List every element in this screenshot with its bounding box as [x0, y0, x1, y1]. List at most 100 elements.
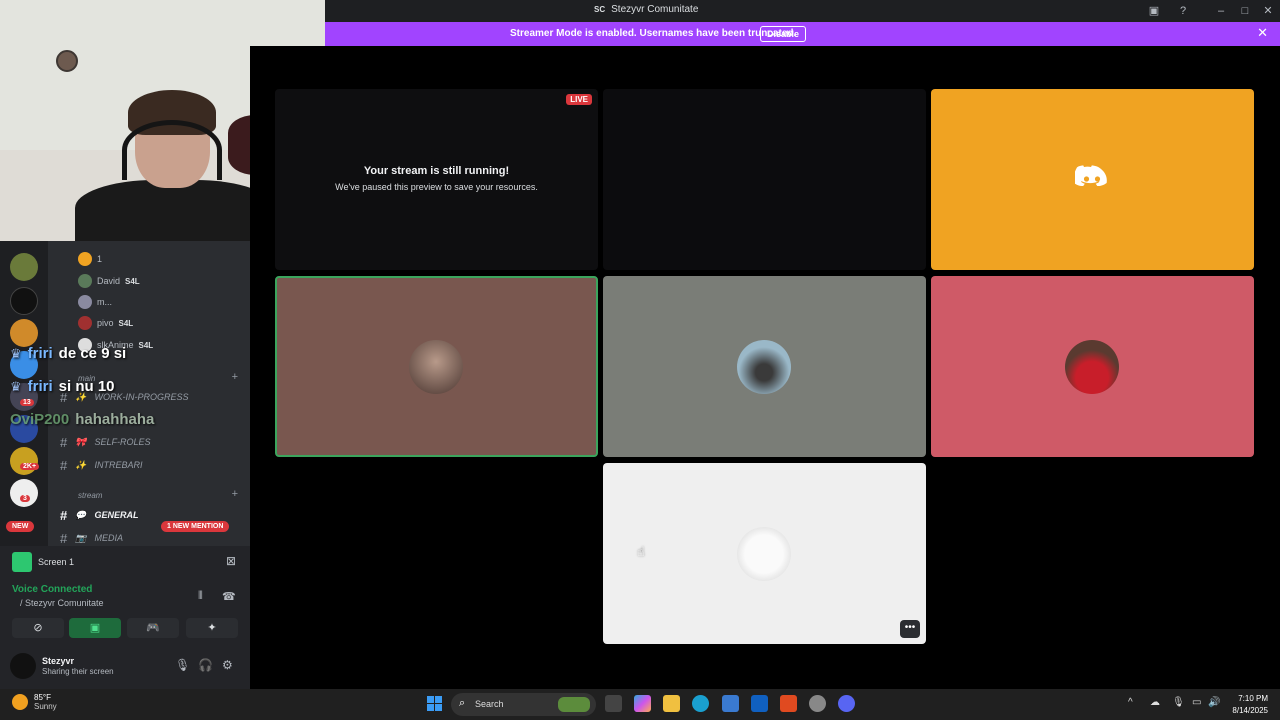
sun-icon [12, 694, 28, 710]
edge-icon[interactable] [692, 695, 709, 712]
member-item[interactable]: 1 [78, 250, 102, 268]
new-mention-badge[interactable]: 1 NEW MENTION [161, 521, 230, 532]
banner-message: Streamer Mode is enabled. Usernames have… [510, 28, 797, 39]
participant-tile[interactable] [931, 89, 1254, 270]
screen-share-icon[interactable]: ▣ [1145, 2, 1163, 20]
close-window-button[interactable]: ✕ [1259, 2, 1277, 20]
screen-label: Screen 1 [38, 557, 75, 567]
channel-self-roles[interactable]: # 🎀 SELF-ROLES [60, 433, 150, 451]
soundboard-button[interactable]: ✦ [186, 618, 238, 638]
participant-tile[interactable] [603, 276, 926, 457]
voice-status[interactable]: Voice Connected [12, 584, 92, 595]
tray-app-icon[interactable]: ☁ [1150, 697, 1160, 708]
voice-grid: LIVE Your stream is still running! We've… [250, 46, 1280, 689]
camera-button[interactable]: ⊘ [12, 618, 64, 638]
clock[interactable]: 7:10 PM 8/14/2025 [1232, 693, 1268, 717]
participant-tile[interactable] [931, 276, 1254, 457]
text-channel-icon: # [60, 434, 68, 450]
chat-badge-icon: ♛ [10, 345, 22, 361]
channel-media[interactable]: # 📷 MEDIA [60, 529, 123, 547]
weather-temp: 85°F [34, 693, 51, 702]
outlook-icon[interactable] [751, 695, 768, 712]
wall-decoration [56, 50, 78, 72]
activity-button[interactable]: 🎮 [127, 618, 179, 638]
channel-name: SELF-ROLES [94, 437, 151, 447]
start-button[interactable] [427, 696, 442, 711]
maximize-button[interactable]: □ [1236, 2, 1254, 20]
weather-widget[interactable]: 85°F Sunny [12, 693, 57, 711]
display-icon[interactable]: ▭ [1192, 697, 1201, 708]
avatar [78, 274, 92, 288]
store-icon[interactable] [722, 695, 739, 712]
user-name[interactable]: Stezyvr [42, 656, 74, 666]
avatar [78, 295, 92, 309]
server-icon[interactable] [10, 447, 38, 475]
add-channel-icon[interactable]: + [232, 488, 238, 500]
close-banner-icon[interactable]: ✕ [1257, 25, 1268, 41]
text-channel-icon: # [60, 507, 68, 523]
avatar[interactable] [10, 653, 36, 679]
volume-icon[interactable]: 🔊 [1208, 697, 1220, 708]
tray-chevron-icon[interactable]: ^ [1128, 697, 1133, 708]
server-badge: 3 [20, 495, 30, 502]
stream-paused-title: Your stream is still running! [363, 165, 510, 177]
member-item[interactable]: m... [78, 293, 112, 311]
headphones-icon[interactable]: 🎧 [198, 658, 213, 672]
member-item[interactable]: pivo S4L [78, 314, 133, 332]
participant-tile[interactable]: ••• [603, 463, 926, 644]
file-explorer-icon[interactable] [663, 695, 680, 712]
discord-taskbar-icon[interactable] [838, 695, 855, 712]
help-icon[interactable]: ? [1174, 2, 1192, 20]
avatar [737, 340, 791, 394]
channel-general[interactable]: # 💬 GENERAL [60, 506, 138, 524]
member-name: pivo [97, 318, 114, 328]
microphone-icon[interactable]: 🎙 [175, 658, 190, 672]
voice-server[interactable]: / Stezyvr Comunitate [20, 598, 104, 608]
add-channel-icon[interactable]: + [232, 371, 238, 383]
stop-stream-icon[interactable]: ⊠ [226, 554, 236, 568]
member-tag: S4L [118, 318, 134, 328]
member-item[interactable]: David S4L [78, 272, 140, 290]
channel-intrebari[interactable]: # ✨ INTREBARI [60, 456, 142, 474]
mouse-cursor-icon: ☝ [637, 544, 645, 559]
channel-name: INTREBARI [94, 460, 143, 470]
settings-icon[interactable]: ⚙ [222, 658, 233, 672]
channel-emoji: 📷 [75, 532, 87, 543]
participant-tile-speaking[interactable] [275, 276, 598, 457]
weather-desc: Sunny [34, 702, 57, 711]
new-badge[interactable]: NEW [6, 521, 35, 532]
microphone-tray-icon[interactable]: 🎙 [1172, 697, 1185, 708]
server-logo: SC [594, 5, 606, 14]
share-screen-button[interactable]: ▣ [69, 618, 121, 638]
app-icon[interactable] [809, 695, 826, 712]
disconnect-icon[interactable]: ☎ [222, 590, 236, 603]
noise-suppression-icon[interactable]: ⦀ [198, 590, 203, 603]
chat-badge-icon: ♛ [10, 378, 22, 394]
copilot-icon[interactable] [634, 695, 651, 712]
task-view-icon[interactable] [605, 695, 622, 712]
brave-icon[interactable] [780, 695, 797, 712]
participant-tile[interactable] [603, 89, 926, 270]
own-stream-tile[interactable]: LIVE Your stream is still running! We've… [275, 89, 598, 270]
text-channel-icon: # [60, 457, 68, 473]
avatar [409, 340, 463, 394]
search-icon: ⌕ [459, 697, 466, 709]
server-icon[interactable] [10, 253, 38, 281]
member-tag: S4L [125, 276, 140, 286]
discord-logo-icon [1075, 165, 1107, 187]
avatar [78, 316, 92, 330]
user-panel: Stezyvr Sharing their screen 🎙 🎧 ⚙ [0, 645, 250, 689]
server-icon[interactable] [10, 287, 38, 315]
chat-user: OviP200 [10, 411, 70, 428]
headphones [122, 120, 222, 180]
more-options-icon[interactable]: ••• [900, 620, 920, 638]
screen-icon [12, 552, 32, 572]
minimize-button[interactable]: – [1212, 2, 1230, 20]
disable-button[interactable]: Disable [760, 26, 807, 42]
category-stream[interactable]: stream ⠀ [78, 491, 111, 500]
avatar [737, 527, 791, 581]
server-icon[interactable] [10, 479, 38, 507]
taskbar-search[interactable]: ⌕ Search [451, 693, 596, 716]
server-icon[interactable] [10, 319, 38, 347]
channel-name: MEDIA [94, 533, 123, 543]
